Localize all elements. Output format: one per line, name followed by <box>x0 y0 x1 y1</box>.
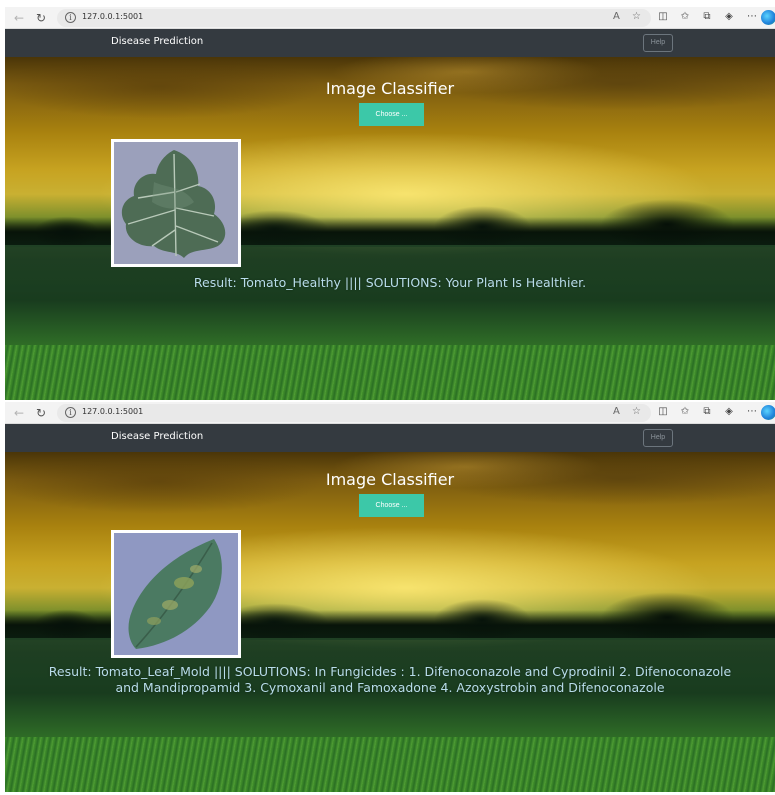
reload-icon[interactable]: ↻ <box>33 405 49 421</box>
hero-background: Image Classifier Choose ... Result: Toma… <box>5 57 775 400</box>
read-aloud-icon[interactable]: A <box>613 11 620 22</box>
uploaded-leaf-image <box>111 139 241 267</box>
browser-toolbar: ← ↻ i 127.0.0.1:5001 A ☆ ◫ ✩ ⧉ ◈ ⋯ <box>5 7 775 29</box>
favorite-star-icon[interactable]: ☆ <box>632 406 641 417</box>
help-button[interactable]: Help <box>643 429 673 447</box>
screenshot-healthy: ← ↻ i 127.0.0.1:5001 A ☆ ◫ ✩ ⧉ ◈ ⋯ Disea… <box>0 7 775 400</box>
favorite-star-icon[interactable]: ☆ <box>632 11 641 22</box>
uploaded-leaf-image <box>111 530 241 658</box>
choose-file-button[interactable]: Choose ... <box>359 494 424 517</box>
collections-icon[interactable]: ⧉ <box>700 11 714 22</box>
result-text: Result: Tomato_Healthy |||| SOLUTIONS: Y… <box>193 275 587 290</box>
page-title: Image Classifier <box>325 79 455 98</box>
info-icon[interactable]: i <box>65 407 76 418</box>
help-button[interactable]: Help <box>643 34 673 52</box>
address-bar[interactable]: i 127.0.0.1:5001 A ☆ <box>57 9 651 27</box>
choose-file-button[interactable]: Choose ... <box>359 103 424 126</box>
more-icon[interactable]: ⋯ <box>745 406 759 417</box>
hero-background: Image Classifier Choose ... Result: Toma… <box>5 452 775 792</box>
result-text: Result: Tomato_Leaf_Mold |||| SOLUTIONS:… <box>48 664 732 695</box>
reload-icon[interactable]: ↻ <box>33 10 49 26</box>
tomato-leaf-healthy-image <box>114 142 238 264</box>
foreground-grass <box>5 737 775 792</box>
screenshot-leaf-mold: ← ↻ i 127.0.0.1:5001 A ☆ ◫ ✩ ⧉ ◈ ⋯ Disea… <box>0 402 775 792</box>
back-icon[interactable]: ← <box>11 10 27 26</box>
info-icon[interactable]: i <box>65 12 76 23</box>
split-screen-icon[interactable]: ◫ <box>656 406 670 417</box>
foreground-grass <box>5 345 775 400</box>
navbar-brand[interactable]: Disease Prediction <box>111 431 203 442</box>
app-navbar: Disease Prediction Help <box>5 424 775 452</box>
url-text: 127.0.0.1:5001 <box>82 407 144 416</box>
browser-toolbar: ← ↻ i 127.0.0.1:5001 A ☆ ◫ ✩ ⧉ ◈ ⋯ <box>5 402 775 424</box>
extensions-icon[interactable]: ◈ <box>722 406 736 417</box>
address-bar[interactable]: i 127.0.0.1:5001 A ☆ <box>57 404 651 422</box>
edge-copilot-icon[interactable] <box>761 10 775 25</box>
more-icon[interactable]: ⋯ <box>745 11 759 22</box>
favorites-icon[interactable]: ✩ <box>678 406 692 417</box>
tomato-leaf-mold-image <box>114 533 238 655</box>
url-text: 127.0.0.1:5001 <box>82 12 144 21</box>
split-screen-icon[interactable]: ◫ <box>656 11 670 22</box>
favorites-icon[interactable]: ✩ <box>678 11 692 22</box>
edge-copilot-icon[interactable] <box>761 405 775 420</box>
extensions-icon[interactable]: ◈ <box>722 11 736 22</box>
collections-icon[interactable]: ⧉ <box>700 406 714 417</box>
page-title: Image Classifier <box>325 470 455 489</box>
read-aloud-icon[interactable]: A <box>613 406 620 417</box>
navbar-brand[interactable]: Disease Prediction <box>111 36 203 47</box>
back-icon[interactable]: ← <box>11 405 27 421</box>
app-navbar: Disease Prediction Help <box>5 29 775 57</box>
